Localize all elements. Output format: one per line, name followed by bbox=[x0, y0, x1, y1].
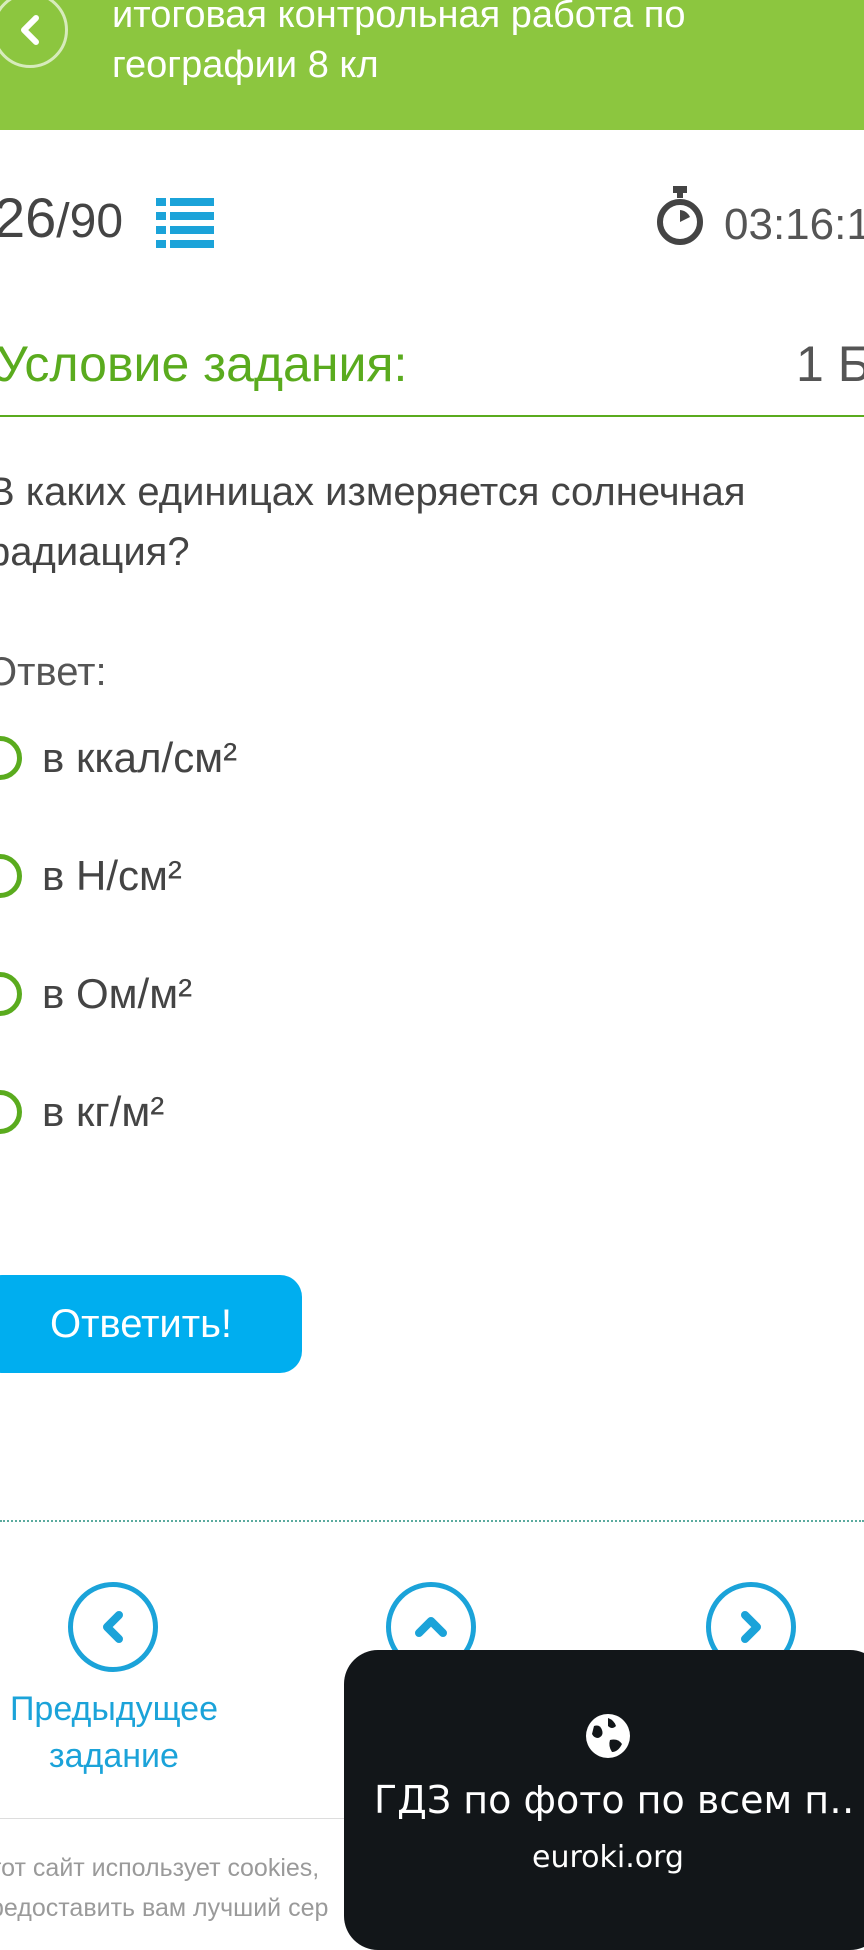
answer-option-label: в Н/см² bbox=[42, 852, 182, 899]
current-question-number: 26 bbox=[0, 186, 57, 249]
chevron-left-icon bbox=[21, 15, 39, 45]
chevron-left-icon bbox=[103, 1611, 123, 1643]
globe-icon bbox=[586, 1714, 630, 1758]
question-counter: 26/90 bbox=[0, 185, 123, 250]
answer-option-label: в кг/м² bbox=[42, 1088, 165, 1135]
chevron-up-icon bbox=[415, 1617, 447, 1637]
condition-divider bbox=[0, 415, 864, 417]
prev-task-label[interactable]: Предыдущее задание bbox=[0, 1686, 228, 1780]
list-icon[interactable] bbox=[156, 196, 214, 248]
prev-task-button[interactable] bbox=[68, 1582, 158, 1672]
stopwatch-icon bbox=[657, 186, 703, 245]
radio-button[interactable] bbox=[0, 736, 22, 780]
answer-option[interactable]: в кг/м² bbox=[0, 1082, 164, 1142]
condition-title: Условие задания: bbox=[0, 336, 408, 392]
answer-label: Ответ: bbox=[0, 650, 107, 694]
submit-button[interactable]: Ответить! bbox=[0, 1275, 302, 1373]
timer-value: 03:16:13 bbox=[724, 200, 864, 249]
popup-title: ГДЗ по фото по всем п… bbox=[374, 1778, 854, 1822]
answer-option[interactable]: в ккал/см² bbox=[0, 728, 237, 788]
radio-button[interactable] bbox=[0, 1090, 22, 1134]
chevron-right-icon bbox=[741, 1611, 761, 1643]
total-questions: 90 bbox=[69, 195, 124, 248]
points-value: 1 Б bbox=[796, 336, 864, 392]
answer-option[interactable]: в Ом/м² bbox=[0, 964, 192, 1024]
answer-option-label: в Ом/м² bbox=[42, 970, 193, 1017]
radio-button[interactable] bbox=[0, 972, 22, 1016]
counter-separator: / bbox=[56, 195, 70, 248]
question-text: В каких единицах измеряется солнечная ра… bbox=[0, 470, 746, 574]
page-title: итоговая контрольная работа по географии… bbox=[112, 0, 686, 86]
answer-option-label: в ккал/см² bbox=[42, 734, 238, 781]
section-divider bbox=[0, 1520, 864, 1522]
radio-button[interactable] bbox=[0, 854, 22, 898]
popup-domain: euroki.org bbox=[532, 1840, 684, 1875]
answer-option[interactable]: в Н/см² bbox=[0, 846, 182, 906]
